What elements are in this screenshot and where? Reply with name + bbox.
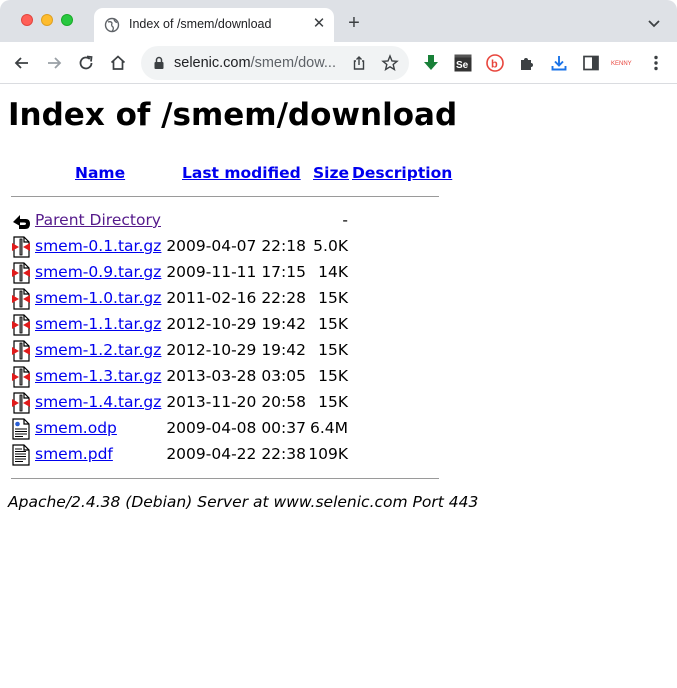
file-link[interactable]: smem-1.4.tar.gz: [35, 393, 161, 411]
file-last-modified: 2009-04-08 00:37: [166, 419, 306, 437]
url-host: selenic.com: [174, 55, 251, 71]
file-size: 15K: [318, 367, 348, 385]
back-icon: [11, 210, 31, 232]
file-size: 15K: [318, 289, 348, 307]
lock-icon[interactable]: [153, 56, 165, 70]
download-arrow-icon[interactable]: [421, 53, 441, 73]
file-size: 6.4M: [309, 419, 348, 437]
footer-divider: [11, 478, 439, 479]
close-window-button[interactable]: [21, 14, 33, 26]
server-signature: Apache/2.4.38 (Debian) Server at www.sel…: [8, 493, 479, 511]
back-arrow-icon[interactable]: [12, 53, 32, 73]
file-link[interactable]: smem-1.2.tar.gz: [35, 341, 161, 359]
bookmark-star-icon[interactable]: [381, 54, 399, 72]
column-header-description[interactable]: Description: [352, 164, 452, 182]
close-tab-icon[interactable]: ✕: [311, 16, 327, 32]
file-size: -: [342, 211, 348, 229]
share-icon[interactable]: [351, 55, 367, 71]
file-last-modified: 2013-11-20 20:58: [166, 393, 306, 411]
file-last-modified: 2009-11-11 17:15: [166, 263, 306, 281]
sidepanel-icon[interactable]: [581, 53, 601, 73]
home-icon[interactable]: [108, 53, 128, 73]
url-path: /smem/dow...: [250, 55, 336, 71]
file-link[interactable]: smem.odp: [35, 419, 117, 437]
bing-icon[interactable]: b: [485, 53, 505, 73]
reload-icon[interactable]: [76, 53, 96, 73]
file-row: smem.odp 2009-04-08 00:37 6.4M: [0, 417, 460, 441]
browser-window: Index of /smem/download ✕ + selenic.com/…: [0, 0, 677, 688]
compressed-icon: [11, 314, 31, 336]
selenium-icon[interactable]: Se: [453, 53, 473, 73]
tab-strip: Index of /smem/download ✕ +: [0, 0, 677, 42]
file-link[interactable]: smem-1.0.tar.gz: [35, 289, 161, 307]
column-header-size[interactable]: Size: [313, 164, 349, 182]
chevron-down-icon[interactable]: [645, 14, 663, 32]
tab-title: Index of /smem/download: [129, 17, 272, 31]
active-tab[interactable]: Index of /smem/download ✕: [94, 8, 334, 42]
file-link[interactable]: smem-1.3.tar.gz: [35, 367, 161, 385]
parent-directory-link[interactable]: Parent Directory: [35, 211, 161, 229]
forward-arrow-icon[interactable]: [44, 53, 64, 73]
file-last-modified: 2009-04-22 22:38: [166, 445, 306, 463]
globe-icon: [104, 17, 120, 33]
file-size: 5.0K: [313, 237, 348, 255]
downloads-icon[interactable]: [549, 53, 569, 73]
file-size: 15K: [318, 315, 348, 333]
page-content: Index of /smem/download Name Last modifi…: [0, 85, 677, 688]
file-row: smem-0.9.tar.gz 2009-11-11 17:15 14K: [0, 261, 460, 285]
compressed-icon: [11, 366, 31, 388]
file-last-modified: 2012-10-29 19:42: [166, 341, 306, 359]
file-last-modified: 2012-10-29 19:42: [166, 315, 306, 333]
kenny-icon[interactable]: KENNY: [611, 53, 635, 73]
minimize-window-button[interactable]: [41, 14, 53, 26]
compressed-icon: [11, 392, 31, 414]
puzzle-icon[interactable]: [517, 53, 537, 73]
compressed-icon: [11, 340, 31, 362]
file-last-modified: 2013-03-28 03:05: [166, 367, 306, 385]
browser-toolbar: selenic.com/smem/dow... Se b KENNY: [0, 42, 677, 84]
svg-text:Se: Se: [456, 60, 469, 71]
kenny-label: KENNY: [611, 61, 632, 67]
column-header-last-modified[interactable]: Last modified: [182, 164, 301, 182]
file-row: smem-1.0.tar.gz 2011-02-16 22:28 15K: [0, 287, 460, 311]
header-divider: [11, 196, 439, 197]
file-row: smem-1.1.tar.gz 2012-10-29 19:42 15K: [0, 313, 460, 337]
file-link[interactable]: smem.pdf: [35, 445, 113, 463]
file-size: 109K: [308, 445, 348, 463]
text-file-icon: [11, 444, 31, 466]
compressed-icon: [11, 236, 31, 258]
file-row: smem-1.2.tar.gz 2012-10-29 19:42 15K: [0, 339, 460, 363]
page-title: Index of /smem/download: [8, 97, 458, 133]
file-row: smem-1.3.tar.gz 2013-03-28 03:05 15K: [0, 365, 460, 389]
file-link[interactable]: smem-0.1.tar.gz: [35, 237, 161, 255]
new-tab-button[interactable]: +: [344, 13, 364, 33]
file-size: 15K: [318, 393, 348, 411]
file-last-modified: 2009-04-07 22:18: [166, 237, 306, 255]
maximize-window-button[interactable]: [61, 14, 73, 26]
compressed-icon: [11, 288, 31, 310]
file-row: smem.pdf 2009-04-22 22:38 109K: [0, 443, 460, 467]
file-row: smem-1.4.tar.gz 2013-11-20 20:58 15K: [0, 391, 460, 415]
column-header-name[interactable]: Name: [75, 164, 125, 182]
file-size: 15K: [318, 341, 348, 359]
file-link[interactable]: smem-1.1.tar.gz: [35, 315, 161, 333]
parent-directory-row: Parent Directory -: [0, 209, 460, 233]
file-link[interactable]: smem-0.9.tar.gz: [35, 263, 161, 281]
layout-icon: [11, 418, 31, 440]
url-text[interactable]: selenic.com/smem/dow...: [174, 55, 346, 71]
compressed-icon: [11, 262, 31, 284]
address-bar[interactable]: selenic.com/smem/dow...: [141, 46, 409, 80]
menu-icon[interactable]: [646, 53, 666, 73]
file-last-modified: 2011-02-16 22:28: [166, 289, 306, 307]
svg-text:b: b: [491, 59, 498, 71]
file-size: 14K: [318, 263, 348, 281]
file-row: smem-0.1.tar.gz 2009-04-07 22:18 5.0K: [0, 235, 460, 259]
